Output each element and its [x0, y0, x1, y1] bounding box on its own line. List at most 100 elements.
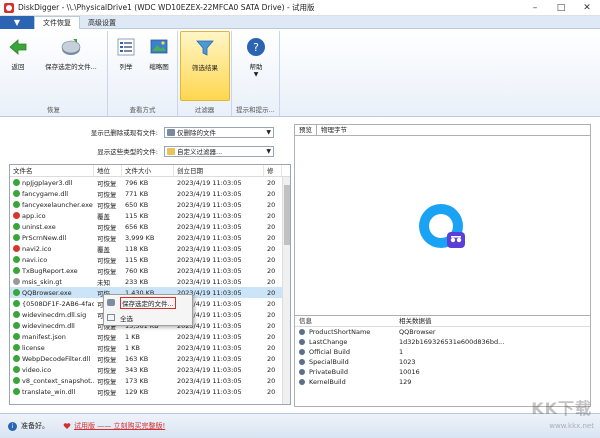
property-key: KernelBuild [295, 378, 395, 386]
trial-link[interactable]: 试用版 —— 立刻购买完整版! [74, 421, 165, 431]
file-status-dot-icon [13, 266, 20, 274]
table-row[interactable]: app.ico 覆盖 115 KB 2023/4/19 11:03:05 20 [10, 210, 290, 221]
file-status-dot-icon [13, 365, 20, 373]
property-row[interactable]: ProductShortName QQBrowser [295, 327, 590, 337]
file-date-cell-text: 2023/4/19 11:03:05 [177, 277, 242, 286]
tab-file-recovery[interactable]: 文件恢复 [34, 16, 80, 29]
file-size-cell-text: 173 KB [125, 376, 149, 385]
tab-physical-bytes[interactable]: 物理字节 [317, 125, 351, 135]
file-date-cell-text: 2023/4/19 11:03:05 [177, 211, 242, 220]
properties-header: 信息 相关数据值 [295, 316, 590, 327]
table-row[interactable]: fancyexelauncher.exe 可恢复 650 KB 2023/4/19 1… [10, 199, 290, 210]
property-row[interactable]: LastChange 1d32b169326531e600d836bd... [295, 337, 590, 347]
file-status-dot-icon [13, 354, 20, 362]
column-header-created[interactable]: 创立日期 [174, 165, 264, 176]
property-key: SpecialBuild [295, 358, 395, 366]
close-button[interactable]: ✕ [574, 0, 600, 16]
table-row[interactable]: navi.ico 可恢复 115 KB 2023/4/19 11:03:05 20 [10, 254, 290, 265]
file-size-cell: 1 KB [122, 344, 174, 352]
file-date-cell-text: 2023/4/19 11:03:05 [177, 189, 242, 198]
tab-advanced-settings[interactable]: 高级设置 [80, 16, 124, 29]
help-button[interactable]: ? 帮助 ▼ [244, 36, 268, 78]
file-status-cell-text: 可恢复 [97, 201, 117, 210]
property-row[interactable]: SpecialBuild 1023 [295, 357, 590, 367]
file-status-cell: 可恢复 [94, 387, 122, 397]
property-row[interactable]: PrivateBuild 10016 [295, 367, 590, 377]
file-status-cell-text: 可恢复 [97, 267, 117, 276]
column-header-name[interactable]: 文件名 [10, 165, 94, 176]
file-status-cell-text: 可恢复 [97, 190, 117, 199]
file-date-cell: 2023/4/19 11:03:05 [174, 278, 264, 286]
app-menu-button[interactable]: ▼ [0, 16, 34, 29]
context-save-selected[interactable]: 保存选定的文件... [104, 295, 192, 310]
file-date-cell: 2023/4/19 11:03:05 [174, 267, 264, 275]
deleted-filter-select[interactable]: 仅删除的文件 ▼ [164, 126, 274, 138]
filter-results-button[interactable]: 筛选结果 [180, 31, 230, 101]
file-modified-cell: 20 [264, 234, 282, 242]
group-label-view: 查看方式 [129, 106, 156, 114]
table-row[interactable]: v8_context_snapshot... 可恢复 173 KB 2023/4/19… [10, 375, 290, 386]
file-status-dot-icon [13, 178, 20, 186]
props-column-value[interactable]: 相关数据值 [395, 316, 432, 326]
file-modified-cell: 20 [264, 256, 282, 264]
file-modified-cell: 20 [264, 201, 282, 209]
save-selected-button[interactable]: 保存选定的文件... [38, 36, 104, 71]
list-label: 列举 [119, 63, 133, 71]
preview-panel: 预览 物理字节 信息 相关数据值 ProductShortName QQBrows… [294, 124, 591, 407]
property-row[interactable]: Official Build 1 [295, 347, 590, 357]
file-status-cell: 覆盖 [94, 211, 122, 221]
table-row[interactable]: fancygame.dll 可恢复 771 KB 2023/4/19 11:03:05… [10, 188, 290, 199]
file-list-scrollbar[interactable] [282, 177, 290, 404]
table-row[interactable]: msis_skin.gt 未知 233 KB 2023/4/19 11:03:05 20 [10, 276, 290, 287]
status-text: 准备好。 [21, 422, 49, 430]
file-status-cell: 可恢复 [94, 189, 122, 199]
table-row[interactable]: uninst.exe 可恢复 656 KB 2023/4/19 11:03:05 20 [10, 221, 290, 232]
property-key-text: SpecialBuild [309, 358, 349, 366]
type-filter-select[interactable]: 自定义过滤器... ▼ [164, 145, 274, 157]
file-name-cell: WebpDecodeFilter.dll [10, 354, 94, 363]
minimize-button[interactable]: – [522, 0, 548, 16]
table-row[interactable]: translate_win.dll 可恢复 129 KB 2023/4/19 11:0… [10, 386, 290, 397]
back-button[interactable]: 返回 [6, 36, 30, 71]
file-status-dot-icon [13, 222, 20, 230]
table-row[interactable]: TxBugReport.exe 可恢复 760 KB 2023/4/19 11:03:… [10, 265, 290, 276]
file-size-cell: 343 KB [122, 366, 174, 374]
file-modified-cell-text: 20 [267, 189, 276, 198]
maximize-button[interactable]: □ [548, 0, 574, 16]
table-row[interactable]: video.ico 可恢复 343 KB 2023/4/19 11:03:05 20 [10, 364, 290, 375]
trash-icon [167, 128, 175, 136]
file-status-cell-text: 可恢复 [97, 223, 117, 232]
table-row[interactable]: npJjgplayer3.dll 可恢复 796 KB 2023/4/19 11:03… [10, 177, 290, 188]
column-header-modified[interactable]: 修 [264, 165, 282, 176]
file-status-cell: 覆盖 [94, 244, 122, 254]
file-size-cell-text: 650 KB [125, 200, 149, 209]
property-row[interactable]: KernelBuild 129 [295, 377, 590, 387]
props-column-info[interactable]: 信息 [295, 316, 395, 326]
column-header-size[interactable]: 文件大小 [122, 165, 174, 176]
scrollbar-thumb[interactable] [284, 185, 290, 245]
context-select-all[interactable]: 全选 [104, 310, 192, 325]
column-header-status[interactable]: 地位 [94, 165, 122, 176]
status-bar: i 准备好。 试用版 —— 立刻购买完整版! [0, 413, 600, 438]
ribbon: 返回 保存选定的文件... 恢复 列举 缩略图 查看方式 筛选结果 过滤器 ? … [0, 29, 600, 117]
property-icon [299, 329, 305, 335]
thumbnails-view-button[interactable]: 缩略图 [144, 36, 174, 71]
help-dropdown-icon[interactable]: ▼ [254, 71, 259, 78]
qqbrowser-icon [418, 203, 465, 248]
table-row[interactable]: PrScrnNew.dll 可恢复 3,999 KB 2023/4/19 11:03:… [10, 232, 290, 243]
table-row[interactable]: manifest.json 可恢复 1 KB 2023/4/19 11:03:05 20 [10, 331, 290, 342]
back-label: 返回 [11, 63, 25, 71]
table-row[interactable]: WebpDecodeFilter.dll 可恢复 163 KB 2023/4/19 1… [10, 353, 290, 364]
tab-preview[interactable]: 预览 [295, 125, 317, 135]
thumbnail-icon [148, 36, 170, 58]
deleted-filter-label: 显示已删除或现有文件: [90, 129, 158, 137]
table-row[interactable]: navi2.ico 覆盖 118 KB 2023/4/19 11:03:05 20 [10, 243, 290, 254]
file-status-cell: 可恢复 [94, 332, 122, 342]
table-row[interactable]: license 可恢复 1 KB 2023/4/19 11:03:05 20 [10, 342, 290, 353]
list-view-button[interactable]: 列举 [114, 36, 138, 71]
file-status-dot-icon [13, 321, 20, 329]
file-size-cell: 656 KB [122, 223, 174, 231]
file-date-cell: 2023/4/19 11:03:05 [174, 366, 264, 374]
file-date-cell: 2023/4/19 11:03:05 [174, 256, 264, 264]
file-name-cell-text: v8_context_snapshot... [22, 376, 94, 385]
